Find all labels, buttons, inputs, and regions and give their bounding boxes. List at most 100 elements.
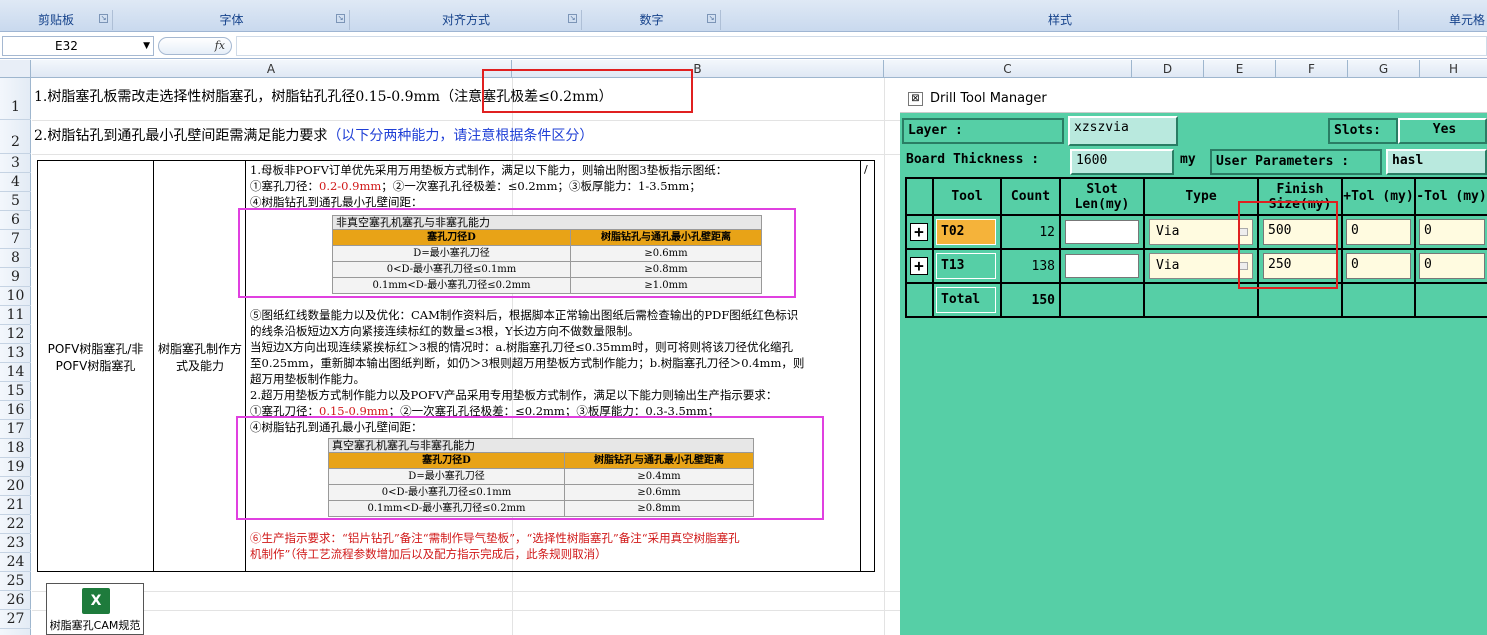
row-header[interactable]: 19 [0, 458, 31, 477]
fx-icon: fx [214, 39, 225, 52]
column-header-d[interactable]: D [1132, 60, 1204, 78]
title-bar[interactable]: ⊠ Drill Tool Manager [900, 85, 1487, 113]
chevron-down-icon[interactable]: ▼ [143, 37, 150, 55]
ribbon-group-number[interactable]: 数字 ↘ [583, 10, 721, 30]
row-header[interactable]: 2 [0, 120, 31, 154]
row-header[interactable]: 21 [0, 496, 31, 515]
dialog-launcher-icon[interactable]: ↘ [707, 14, 716, 23]
minus-tol-cell: 0 [1416, 216, 1487, 248]
spec-line: ①塞孔刀径：0.2-0.9mm；②一次塞孔孔径极差：≤0.2mm；③板厚能力：1… [250, 178, 870, 194]
select-all-corner[interactable] [0, 60, 31, 78]
row-header[interactable]: 24 [0, 553, 31, 572]
row-header[interactable]: 5 [0, 192, 31, 211]
spec-line: 至0.25mm，重新脚本输出图纸判断，如仍＞3根则超万用垫板方式制作能力；b.树… [250, 356, 805, 370]
type-value: Via [1156, 224, 1180, 239]
formula-input[interactable] [236, 36, 1487, 56]
row-header[interactable]: 3 [0, 154, 31, 173]
ribbon-group-alignment[interactable]: 对齐方式 ↘ [351, 10, 582, 30]
expand-plus-icon[interactable]: + [910, 223, 928, 241]
tool-button[interactable]: T02 [936, 219, 996, 245]
tool-button[interactable]: T13 [936, 253, 996, 279]
ribbon-group-label: 样式 [1047, 13, 1072, 27]
ribbon-group-styles[interactable]: 样式 [722, 10, 1399, 30]
ribbon: 剪贴板 ↘ 字体 ↘ 对齐方式 ↘ 数字 ↘ 样式 单元格 [0, 0, 1487, 32]
plus-tol-input[interactable]: 0 [1346, 253, 1411, 279]
row-header[interactable]: 7 [0, 230, 31, 249]
table-divider [153, 161, 154, 571]
row-header[interactable]: 11 [0, 306, 31, 325]
spec-line-red: ⑥生产指示要求：“铝片钻孔”备注“需制作导气垫板”，“选择性树脂塞孔”备注“采用… [250, 531, 740, 545]
embedded-excel-object[interactable]: X 树脂塞孔CAM规范 [46, 583, 144, 635]
board-thickness-label: Board Thickness : [902, 149, 1066, 175]
row-header[interactable]: 22 [0, 515, 31, 534]
tool-cell: T02 [934, 216, 1000, 248]
slot-len-cell [1061, 250, 1143, 282]
row-header[interactable]: 25 [0, 572, 31, 591]
board-thickness-unit: my [1176, 149, 1208, 175]
spec-line: 2.超万用垫板方式制作能力以及POFV产品采用专用垫板方式制作，满足以下能力则输… [250, 388, 778, 402]
row-header[interactable]: 27 [0, 610, 31, 629]
grid-header-plus-tol: +Tol (my) [1343, 179, 1414, 214]
row-header[interactable]: 16 [0, 401, 31, 420]
row-header[interactable]: 9 [0, 268, 31, 287]
ribbon-group-font[interactable]: 字体 ↘ [114, 10, 350, 30]
slot-len-input[interactable] [1065, 220, 1139, 244]
total-empty-cell [1343, 284, 1414, 316]
dialog-launcher-icon[interactable]: ↘ [336, 14, 345, 23]
tool-cell: T13 [934, 250, 1000, 282]
column-header-a[interactable]: A [31, 60, 512, 78]
minus-tol-cell: 0 [1416, 250, 1487, 282]
slot-len-input[interactable] [1065, 254, 1139, 278]
tool-grid: Tool Count Slot Len(my) Type Finish Size… [905, 177, 1487, 318]
type-value: Via [1156, 258, 1180, 273]
column-header-c[interactable]: C [884, 60, 1132, 78]
layer-label: Layer : [902, 118, 1064, 144]
row-header[interactable]: 12 [0, 325, 31, 344]
column-header-e[interactable]: E [1204, 60, 1276, 78]
row-header[interactable]: 10 [0, 287, 31, 306]
minus-tol-input[interactable]: 0 [1419, 219, 1485, 245]
plus-tol-input[interactable]: 0 [1346, 219, 1411, 245]
highlight-box-magenta [238, 208, 796, 298]
cell-a2-text: 2.树脂钻孔到通孔最小孔壁间距需满足能力要求（以下分两种能力，请注意根据条件区分… [34, 125, 593, 145]
column-header-g[interactable]: G [1348, 60, 1420, 78]
row-header[interactable]: 13 [0, 344, 31, 363]
total-empty-cell [1416, 284, 1487, 316]
ribbon-group-label: 对齐方式 [441, 13, 490, 27]
row-header[interactable]: 6 [0, 211, 31, 230]
ribbon-group-cells[interactable]: 单元格 [1400, 10, 1487, 30]
grid-header-tool: Tool [934, 179, 1000, 214]
row-header[interactable]: 14 [0, 363, 31, 382]
user-parameters-label: User Parameters : [1210, 149, 1382, 175]
user-parameters-field[interactable]: hasl [1386, 149, 1487, 175]
plus-tol-cell: 0 [1343, 216, 1414, 248]
spec-line: 超万用垫板制作能力。 [250, 372, 365, 386]
row-header[interactable]: 20 [0, 477, 31, 496]
spec-seg: ；②一次塞孔孔径极差：≤0.2mm；③板厚能力：1-3.5mm； [381, 179, 701, 193]
row-headers: 1 2 3 4 5 6 7 8 9 10 11 12 13 14 15 16 1… [0, 78, 31, 635]
row-header[interactable]: 17 [0, 420, 31, 439]
row-header[interactable]: 26 [0, 591, 31, 610]
dialog-launcher-icon[interactable]: ↘ [568, 14, 577, 23]
row-header[interactable]: 8 [0, 249, 31, 268]
grid-line [884, 78, 885, 635]
column-header-h[interactable]: H [1420, 60, 1487, 78]
row-header[interactable]: 4 [0, 173, 31, 192]
dialog-launcher-icon[interactable]: ↘ [99, 14, 108, 23]
row-header[interactable]: 15 [0, 382, 31, 401]
column-headers: A B C D E F G H [0, 60, 1487, 78]
layer-field[interactable]: xzszvia [1068, 116, 1178, 146]
minus-tol-input[interactable]: 0 [1419, 253, 1485, 279]
name-box[interactable]: E32 ▼ [2, 36, 154, 56]
row-header[interactable]: 1 [0, 78, 31, 120]
grid-header-blank [907, 179, 932, 214]
ribbon-group-clipboard[interactable]: 剪贴板 ↘ [0, 10, 113, 30]
row-header[interactable]: 23 [0, 534, 31, 553]
board-thickness-field[interactable]: 1600 [1070, 149, 1174, 175]
expand-plus-icon[interactable]: + [910, 257, 928, 275]
slots-value[interactable]: Yes [1398, 118, 1487, 144]
column-header-f[interactable]: F [1276, 60, 1348, 78]
insert-function-button[interactable]: fx [158, 37, 232, 55]
line2-main: 2.树脂钻孔到通孔最小孔壁间距需满足能力要求 [34, 128, 328, 144]
row-header[interactable]: 18 [0, 439, 31, 458]
